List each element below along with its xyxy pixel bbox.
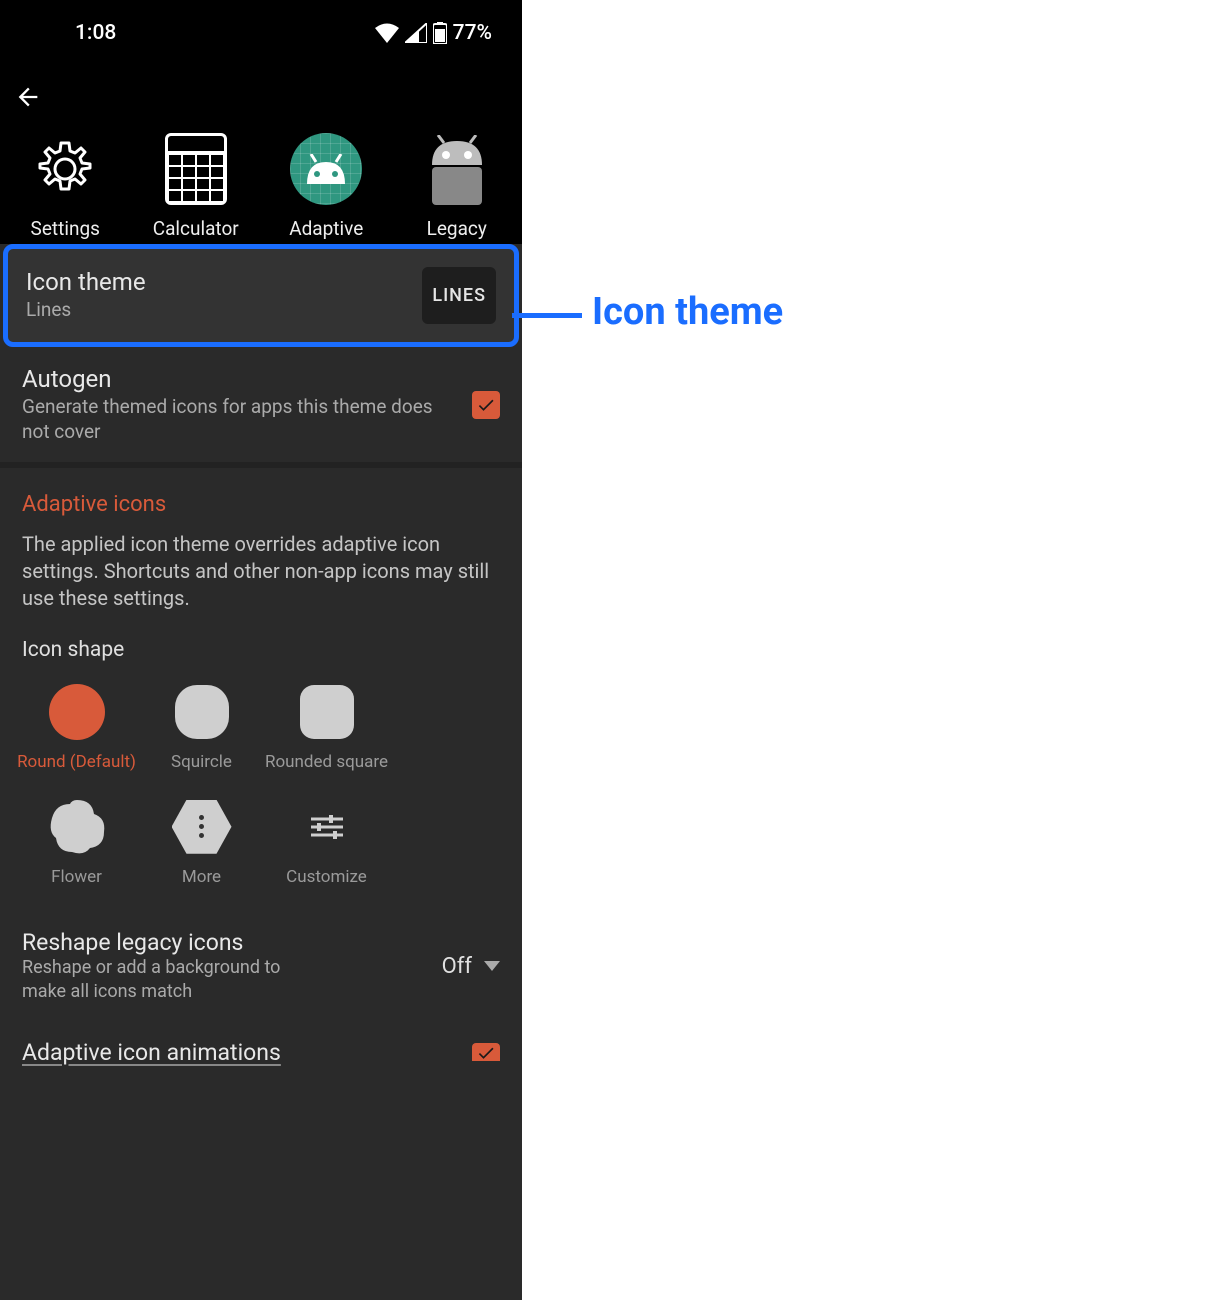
adaptive-section: Adaptive icons The applied icon theme ov… xyxy=(0,468,522,1074)
signal-icon xyxy=(405,23,427,43)
check-icon xyxy=(476,395,496,415)
callout-line xyxy=(512,313,582,318)
animations-checkbox[interactable] xyxy=(472,1043,500,1061)
shape-label: Squircle xyxy=(171,752,232,772)
reshape-legacy-setting[interactable]: Reshape legacy icons Reshape or add a ba… xyxy=(0,911,522,1021)
reshape-dropdown[interactable]: Off xyxy=(442,954,500,979)
theme-badge: LINES xyxy=(422,267,496,324)
icon-theme-setting[interactable]: Icon theme Lines LINES xyxy=(3,244,519,347)
shape-label: Round (Default) xyxy=(17,752,136,772)
shape-more[interactable]: More xyxy=(139,797,264,887)
squircle-icon xyxy=(175,685,229,739)
adaptive-animations-setting[interactable]: Adaptive icon animations xyxy=(0,1021,522,1074)
hexagon-icon xyxy=(172,800,232,854)
setting-title: Adaptive icon animations xyxy=(22,1039,281,1066)
setting-subtitle: Reshape or add a background to make all … xyxy=(22,956,312,1003)
section-description: The applied icon theme overrides adaptiv… xyxy=(0,531,522,632)
status-bar: 1:08 77% xyxy=(0,0,522,65)
back-icon[interactable] xyxy=(14,83,42,111)
preview-legacy: Legacy xyxy=(397,133,517,240)
flower-icon xyxy=(48,798,106,856)
shape-label: More xyxy=(182,867,221,887)
rounded-square-icon xyxy=(300,685,354,739)
shape-round[interactable]: Round (Default) xyxy=(14,682,139,772)
autogen-setting[interactable]: Autogen Generate themed icons for apps t… xyxy=(0,347,522,462)
header-area: Settings Calculator Adaptive xyxy=(0,65,522,244)
setting-title: Icon theme xyxy=(26,268,406,296)
icon-shape-title: Icon shape xyxy=(0,632,522,682)
status-icons: 77% xyxy=(375,21,492,45)
preview-label: Adaptive xyxy=(289,217,363,240)
shape-grid: Round (Default) Squircle Rounded square … xyxy=(0,682,522,911)
preview-label: Settings xyxy=(31,217,100,240)
check-icon xyxy=(476,1043,496,1061)
shape-squircle[interactable]: Squircle xyxy=(139,682,264,772)
gear-icon xyxy=(33,137,97,201)
shape-label: Rounded square xyxy=(265,752,388,772)
preview-label: Calculator xyxy=(153,217,239,240)
preview-adaptive: Adaptive xyxy=(266,133,386,240)
legacy-icon xyxy=(421,133,493,205)
battery-percent: 77% xyxy=(453,21,492,45)
clock: 1:08 xyxy=(75,21,116,45)
phone-frame: 1:08 77% Settings xyxy=(0,0,522,1300)
setting-subtitle: Generate themed icons for apps this them… xyxy=(22,395,456,444)
section-header: Adaptive icons xyxy=(0,468,522,531)
setting-subtitle: Lines xyxy=(26,298,406,323)
shape-customize[interactable]: Customize xyxy=(264,797,389,887)
calculator-icon xyxy=(165,133,227,205)
dropdown-value: Off xyxy=(442,954,472,979)
adaptive-icon xyxy=(290,133,362,205)
shape-flower[interactable]: Flower xyxy=(14,797,139,887)
round-icon xyxy=(49,684,105,740)
preview-settings: Settings xyxy=(5,133,125,240)
shape-rounded-square[interactable]: Rounded square xyxy=(264,682,389,772)
shape-label: Customize xyxy=(286,867,367,887)
battery-icon xyxy=(433,22,447,44)
icon-preview-row: Settings Calculator Adaptive xyxy=(0,133,522,244)
wifi-icon xyxy=(375,23,399,43)
setting-title: Autogen xyxy=(22,365,456,393)
callout-label: Icon theme xyxy=(592,290,783,334)
setting-title: Reshape legacy icons xyxy=(22,929,426,956)
chevron-down-icon xyxy=(484,961,500,971)
autogen-checkbox[interactable] xyxy=(472,391,500,419)
sliders-icon xyxy=(309,813,345,841)
preview-calculator: Calculator xyxy=(136,133,256,240)
shape-label: Flower xyxy=(51,867,102,887)
preview-label: Legacy xyxy=(427,217,487,240)
